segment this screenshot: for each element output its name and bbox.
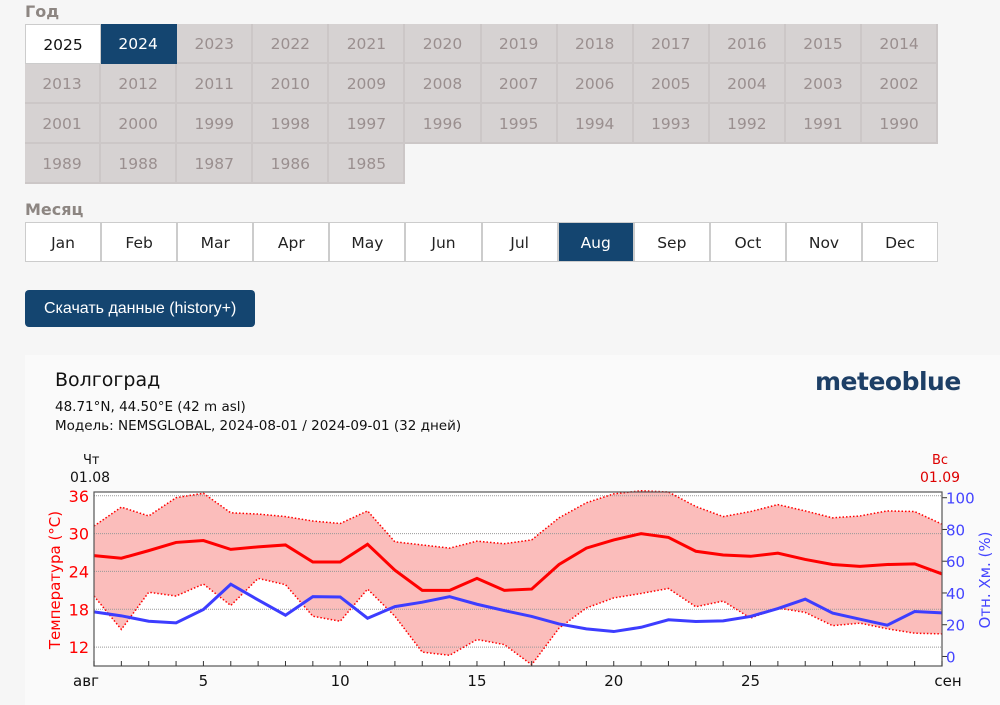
x-tick-label: 20 (604, 672, 623, 690)
x-tick-label: 10 (331, 672, 350, 690)
y2-tick-label: 80 (946, 521, 965, 539)
y2-tick-label: 0 (946, 648, 956, 666)
y2-tick-label: 40 (946, 585, 965, 603)
y-tick-label: 24 (69, 562, 89, 581)
y2-tick-label: 100 (946, 490, 975, 508)
x-tick-label: 15 (467, 672, 486, 690)
y-axis-label: Температура (°C) (46, 511, 64, 650)
x-tick-label: 5 (199, 672, 209, 690)
y2-tick-label: 60 (946, 553, 965, 571)
x-tick-label: сен (934, 672, 961, 690)
y2-tick-label: 20 (946, 617, 965, 635)
y-tick-label: 12 (69, 638, 89, 657)
y-tick-label: 36 (69, 487, 89, 506)
y-tick-label: 18 (69, 600, 89, 619)
x-tick-label: авг (73, 672, 99, 690)
y-tick-label: 30 (69, 525, 89, 544)
x-tick-label: 25 (741, 672, 760, 690)
weather-chart: 12 18 24 30 36 0 20 40 60 80 100 авг 5 10 15 20 25 сен Тем… (46, 487, 994, 690)
y2-axis-label: Отн. Хм. (%) (976, 532, 994, 629)
